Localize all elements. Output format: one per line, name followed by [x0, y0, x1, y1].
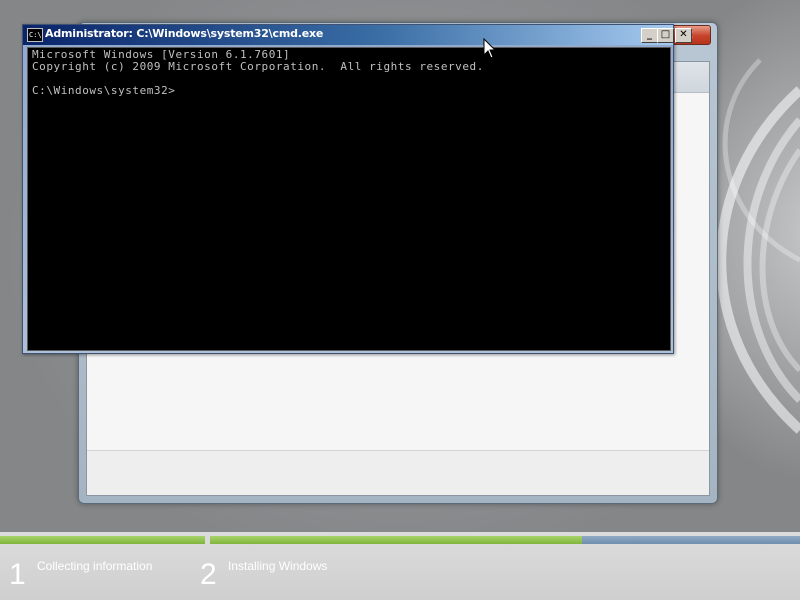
- step-1-number: 1: [9, 558, 26, 591]
- cmd-system-icon[interactable]: C:\: [27, 28, 43, 42]
- console-line-copyright: Copyright (c) 2009 Microsoft Corporation…: [32, 60, 484, 73]
- cmd-window-title: Administrator: C:\Windows\system32\cmd.e…: [45, 27, 324, 40]
- step-2-number: 2: [200, 558, 217, 591]
- step-1-label: Collecting information: [37, 559, 153, 573]
- setup-progress-area: 1 Collecting information 2 Installing Wi…: [0, 532, 800, 600]
- step-2-label: Installing Windows: [228, 559, 328, 573]
- setup-footer: [87, 450, 709, 495]
- console-prompt[interactable]: C:\Windows\system32>: [32, 84, 175, 97]
- progress-bar-step-2-fill: [210, 536, 582, 544]
- cmd-window: C:\ Administrator: C:\Windows\system32\c…: [22, 24, 692, 354]
- minimize-button[interactable]: _: [641, 28, 658, 43]
- cmd-titlebar[interactable]: C:\ Administrator: C:\Windows\system32\c…: [23, 25, 673, 45]
- mouse-pointer-icon: [483, 38, 497, 59]
- close-button[interactable]: ✕: [675, 28, 692, 43]
- console-output[interactable]: Microsoft Windows [Version 6.1.7601] Cop…: [27, 47, 671, 351]
- close-icon: ✕: [679, 29, 688, 40]
- minimize-icon: _: [647, 29, 652, 40]
- maximize-icon: □: [660, 29, 671, 40]
- progress-bar-step-1: [0, 536, 205, 544]
- maximize-button[interactable]: □: [657, 28, 674, 43]
